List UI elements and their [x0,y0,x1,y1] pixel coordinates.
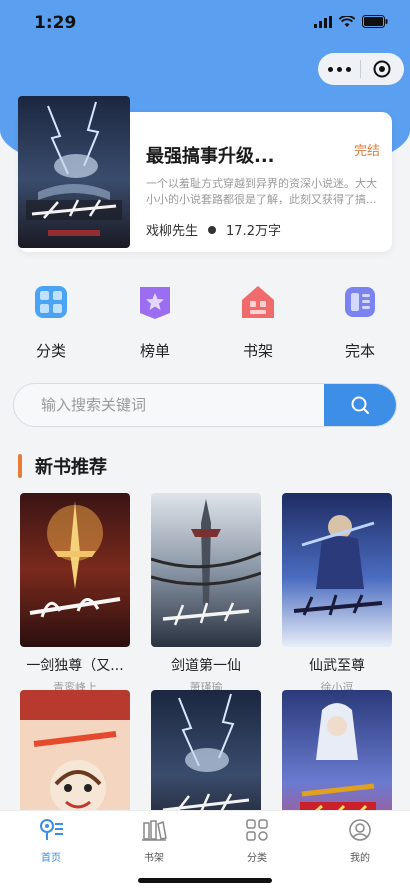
miniprogram-capsule [318,53,404,85]
book-title[interactable]: 仙武至尊 [282,655,392,675]
nav-label: 分类 [35,342,66,360]
section-header: 新书推荐 [18,453,107,479]
bookshelf-icon [141,817,167,843]
search-input[interactable] [14,384,326,426]
finished-book-icon [340,282,380,322]
tab-home[interactable]: 首页 [21,817,81,864]
tab-label: 首页 [41,853,61,864]
status-bar: 1:29 [0,0,410,46]
ranking-star-icon [135,282,175,322]
section-accent-bar [18,454,22,478]
tab-bookshelf[interactable]: 书架 [124,817,184,864]
signal-icon [314,15,332,28]
tab-label: 我的 [350,853,370,864]
nav-item-ranking[interactable]: 榜单 [120,282,190,361]
featured-book-description: 一个以羞耻方式穿越到异界的资深小说迷。大大小小的小说套路都很是了解，此刻又获得了… [146,177,377,206]
close-miniprogram-icon[interactable] [361,60,403,78]
book-card[interactable]: 仙武至尊 徐小逗 [282,493,392,695]
search-button[interactable] [324,384,396,426]
featured-book-word-count: 17.2万字 [226,224,281,239]
book-card[interactable]: 一剑独尊（又... 青鸾峰上 [20,493,130,695]
status-time: 1:29 [34,13,77,33]
tab-label: 书架 [144,853,164,864]
featured-book-card[interactable]: 最强搞事升级... 完结 一个以羞耻方式穿越到异界的资深小说迷。大大小小的小说套… [18,96,392,252]
nav-item-finished[interactable]: 完本 [325,282,395,361]
category-icon [244,817,270,843]
search-bar [13,383,397,427]
grid-icon [31,282,71,322]
tab-category[interactable]: 分类 [227,817,287,864]
nav-label: 榜单 [139,342,170,360]
book-title[interactable]: 一剑独尊（又... [20,655,130,675]
featured-book-cover[interactable] [18,96,130,248]
book-title[interactable]: 剑道第一仙 [151,655,261,675]
more-menu-icon[interactable] [318,66,360,72]
battery-icon [362,15,388,28]
section-title: 新书推荐 [35,457,107,478]
search-icon [351,396,369,414]
quick-nav: 分类 榜单 书架 完本 [0,282,410,372]
book-cover[interactable] [151,493,261,647]
profile-icon [347,817,373,843]
home-indicator [138,878,272,883]
tab-label: 分类 [247,853,267,864]
separator-dot-icon [208,225,217,234]
featured-book-title[interactable]: 最强搞事升级... [146,142,275,168]
home-icon [38,817,64,843]
tab-profile[interactable]: 我的 [330,817,390,864]
nav-item-category[interactable]: 分类 [16,282,86,361]
book-cover[interactable] [20,493,130,647]
wifi-icon [339,15,355,27]
book-card[interactable]: 剑道第一仙 萧瑾瑜 [151,493,261,695]
nav-label: 书架 [242,342,273,360]
featured-book-status-badge: 完结 [353,144,380,159]
featured-book-author: 戏柳先生 [146,224,199,239]
nav-label: 完本 [344,342,375,360]
bookshelf-house-icon [238,282,278,322]
nav-item-bookshelf[interactable]: 书架 [223,282,293,361]
book-cover[interactable] [282,493,392,647]
